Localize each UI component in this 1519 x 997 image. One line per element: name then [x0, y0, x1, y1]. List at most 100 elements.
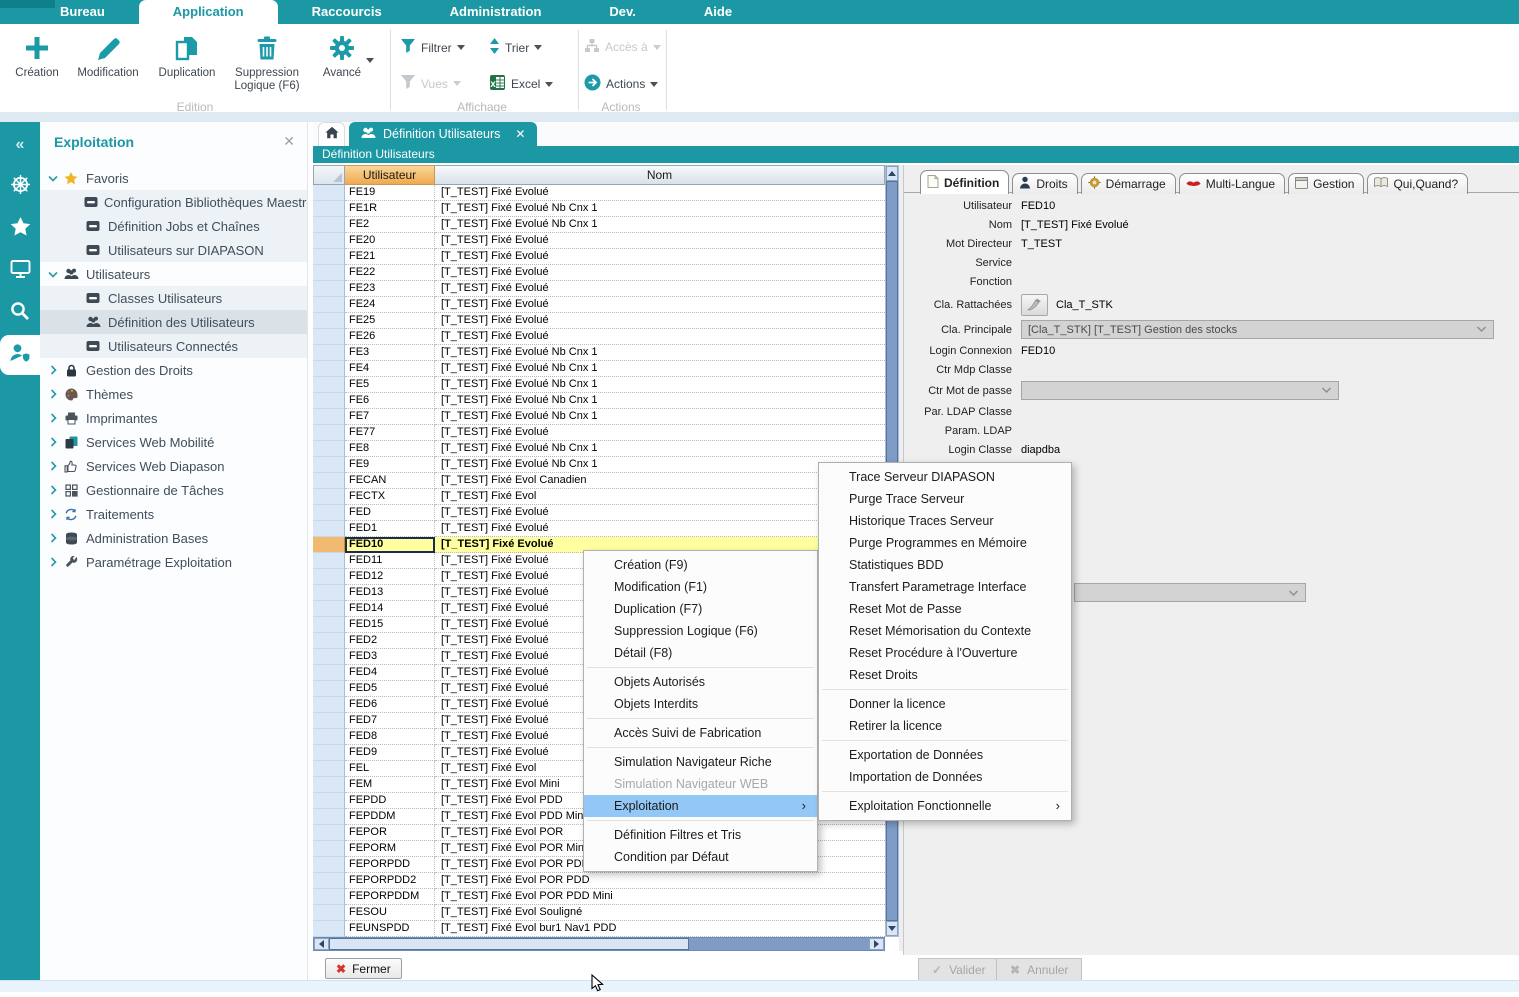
cell-utilisateur[interactable]: FEUNSPDD [345, 921, 435, 937]
cell-utilisateur[interactable]: FE1R [345, 201, 435, 217]
scroll-right-button[interactable] [869, 938, 884, 950]
table-row[interactable]: FE7 [T_TEST] Fixé Evolué Nb Cnx 1 [313, 409, 885, 425]
tree-item[interactable]: Classes Utilisateurs [40, 286, 307, 310]
cell-utilisateur[interactable]: FEPDD [345, 793, 435, 809]
rail-favorites-button[interactable] [0, 209, 40, 249]
cell-utilisateur[interactable]: FED4 [345, 665, 435, 681]
row-selector[interactable] [313, 681, 345, 697]
context-menu-item[interactable]: Objets Autorisés [584, 671, 817, 693]
row-selector[interactable] [313, 889, 345, 905]
row-selector[interactable] [313, 905, 345, 921]
cell-utilisateur[interactable]: FED5 [345, 681, 435, 697]
row-selector[interactable] [313, 505, 345, 521]
row-selector[interactable] [313, 441, 345, 457]
tree-item[interactable]: Configuration Bibliothèques Maestro [40, 190, 307, 214]
cell-utilisateur[interactable]: FED2 [345, 633, 435, 649]
panel-close-icon[interactable]: ✕ [283, 133, 295, 150]
chevron-down-icon[interactable] [46, 175, 60, 182]
table-row[interactable]: FEPORPDDM [T_TEST] Fixé Evol POR PDD Min… [313, 889, 885, 905]
chevron-right-icon[interactable] [46, 461, 60, 471]
suppression-button[interactable]: Suppression Logique (F6) [224, 32, 310, 93]
cell-utilisateur[interactable]: FEPOR [345, 825, 435, 841]
row-selector[interactable] [313, 617, 345, 633]
chevron-right-icon[interactable] [46, 485, 60, 495]
context-menu-item[interactable]: Condition par Défaut [584, 846, 817, 868]
context-menu-item[interactable]: Création (F9) [584, 554, 817, 576]
cell-utilisateur[interactable]: FED8 [345, 729, 435, 745]
cell-nom[interactable]: [T_TEST] Fixé Evolué [435, 233, 885, 249]
cell-utilisateur[interactable]: FE23 [345, 281, 435, 297]
scroll-up-button[interactable] [886, 166, 898, 181]
row-selector[interactable] [313, 569, 345, 585]
row-selector[interactable] [313, 729, 345, 745]
tree-item[interactable]: Services Web Mobilité [40, 430, 307, 454]
horizontal-scrollbar-thumb[interactable] [329, 938, 689, 950]
submenu-item[interactable]: Trace Serveur DIAPASON [819, 466, 1071, 488]
row-selector[interactable] [313, 329, 345, 345]
cell-utilisateur[interactable]: FE6 [345, 393, 435, 409]
table-row[interactable]: FE5 [T_TEST] Fixé Evolué Nb Cnx 1 [313, 377, 885, 393]
table-row[interactable]: FE25 [T_TEST] Fixé Evolué [313, 313, 885, 329]
detail-tab[interactable]: Démarrage [1081, 173, 1176, 194]
column-header-utilisateur[interactable]: Utilisateur [345, 165, 435, 185]
cell-utilisateur[interactable]: FED11 [345, 553, 435, 569]
chevron-right-icon[interactable] [46, 557, 60, 567]
tree-item[interactable]: Thèmes [40, 382, 307, 406]
collapse-sidebar-button[interactable]: « [0, 125, 40, 165]
tree-item[interactable]: Paramétrage Exploitation [40, 550, 307, 574]
cell-utilisateur[interactable]: FE25 [345, 313, 435, 329]
field-dropdown[interactable] [1021, 381, 1339, 400]
cell-utilisateur[interactable]: FEPORM [345, 841, 435, 857]
row-selector[interactable] [313, 425, 345, 441]
table-row[interactable]: FEUNSPDD [T_TEST] Fixé Evol bur1 Nav1 PD… [313, 921, 885, 937]
detail-tab[interactable]: Droits [1012, 173, 1077, 194]
fermer-button[interactable]: ✖Fermer [325, 958, 402, 979]
table-row[interactable]: FE8 [T_TEST] Fixé Evolué Nb Cnx 1 [313, 441, 885, 457]
row-selector[interactable] [313, 313, 345, 329]
chevron-right-icon[interactable] [46, 413, 60, 423]
row-selector[interactable] [313, 841, 345, 857]
modification-button[interactable]: Modification [70, 32, 146, 80]
context-menu-item[interactable]: Objets Interdits [584, 693, 817, 715]
context-menu-item[interactable]: Duplication (F7) [584, 598, 817, 620]
detail-tab[interactable]: Qui,Quand? [1367, 173, 1468, 194]
submenu-item[interactable]: Historique Traces Serveur [819, 510, 1071, 532]
submenu-item[interactable]: Exportation de Données [819, 744, 1071, 766]
cell-nom[interactable]: [T_TEST] Fixé Evolué [435, 265, 885, 281]
cell-nom[interactable]: [T_TEST] Fixé Evolué Nb Cnx 1 [435, 361, 885, 377]
row-selector[interactable] [313, 921, 345, 937]
context-menu-item[interactable]: Suppression Logique (F6) [584, 620, 817, 642]
tree-item[interactable]: Traitements [40, 502, 307, 526]
row-selector[interactable] [313, 457, 345, 473]
field-value[interactable]: T_TEST [1021, 238, 1062, 250]
row-selector[interactable] [313, 745, 345, 761]
submenu-item[interactable]: Reset Droits [819, 664, 1071, 686]
row-selector[interactable] [313, 233, 345, 249]
field-dropdown[interactable]: [Cla_T_STK] [T_TEST] Gestion des stocks [1021, 320, 1494, 339]
row-selector[interactable] [313, 345, 345, 361]
table-row[interactable]: FE3 [T_TEST] Fixé Evolué Nb Cnx 1 [313, 345, 885, 361]
submenu-item[interactable]: Reset Procédure à l'Ouverture [819, 642, 1071, 664]
cell-utilisateur[interactable]: FED12 [345, 569, 435, 585]
cell-utilisateur[interactable]: FE26 [345, 329, 435, 345]
cell-utilisateur[interactable]: FE2 [345, 217, 435, 233]
table-row[interactable]: FE4 [T_TEST] Fixé Evolué Nb Cnx 1 [313, 361, 885, 377]
submenu-item[interactable]: Purge Programmes en Mémoire [819, 532, 1071, 554]
cell-utilisateur[interactable]: FE8 [345, 441, 435, 457]
row-selector[interactable] [313, 489, 345, 505]
cell-utilisateur[interactable]: FE19 [345, 185, 435, 201]
table-row[interactable]: FE23 [T_TEST] Fixé Evolué [313, 281, 885, 297]
detail-tab[interactable]: Gestion [1288, 173, 1364, 194]
cell-utilisateur[interactable]: FEL [345, 761, 435, 777]
field-value[interactable]: FED10 [1021, 345, 1055, 357]
cell-utilisateur[interactable]: FED7 [345, 713, 435, 729]
context-menu-item[interactable]: Simulation Navigateur WEB [584, 773, 817, 795]
menubar-item[interactable]: Aide [670, 0, 766, 24]
table-row[interactable]: FE9 [T_TEST] Fixé Evolué Nb Cnx 1 [313, 457, 885, 473]
field-dropdown-partial[interactable] [1074, 583, 1306, 602]
cell-nom[interactable]: [T_TEST] Fixé Evolué Nb Cnx 1 [435, 377, 885, 393]
horizontal-scrollbar[interactable] [313, 937, 885, 951]
cell-utilisateur[interactable]: FED [345, 505, 435, 521]
cell-utilisateur[interactable]: FEPORPDDM [345, 889, 435, 905]
submenu-item[interactable]: Purge Trace Serveur [819, 488, 1071, 510]
